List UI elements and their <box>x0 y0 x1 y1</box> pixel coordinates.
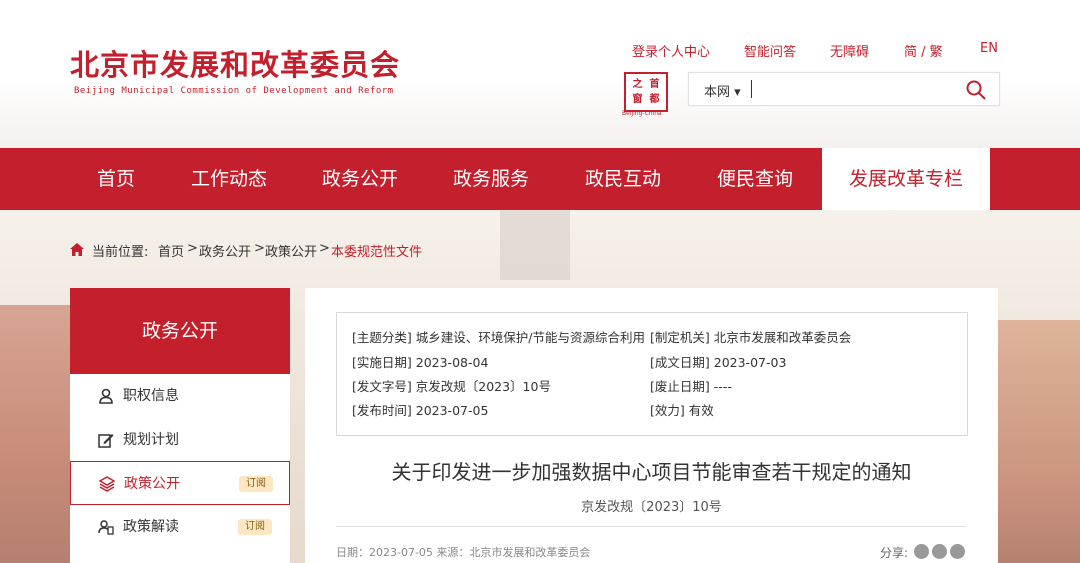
nav-interaction[interactable]: 政民互动 <box>569 148 677 210</box>
accessibility-link[interactable]: 无障碍 <box>830 41 869 60</box>
nav-gov-services[interactable]: 政务服务 <box>437 148 545 210</box>
search-input[interactable] <box>755 77 949 103</box>
sidebar-item-planning[interactable]: 规划计划 <box>70 418 290 462</box>
sidebar-item-label: 职权信息 <box>123 388 179 404</box>
divider <box>336 526 966 527</box>
share-wechat-icon[interactable] <box>914 544 929 559</box>
subscribe-badge[interactable]: 订阅 <box>239 476 273 492</box>
seal-caption: Beijing-China <box>622 110 662 117</box>
date-source-line: 日期：2023-07-05 来源：北京市发展和改革委员会 <box>336 546 591 559</box>
document-number: 京发改规〔2023〕10号 <box>581 500 722 515</box>
smart-qa-link[interactable]: 智能问答 <box>744 41 796 60</box>
capital-window-logo[interactable]: 之 首 窗 都 <box>624 72 668 112</box>
meta-issuer: [制定机关] 北京市发展和改革委员会 <box>650 330 852 345</box>
breadcrumb-home[interactable]: 首页 <box>158 241 184 260</box>
person-icon <box>99 388 113 404</box>
meta-written-date: [成文日期] 2023-07-03 <box>650 355 787 370</box>
language-simp-trad-link[interactable]: 简 / 繁 <box>904 41 943 60</box>
header: 北京市发展和改革委员会 Beijing Municipal Commission… <box>0 0 1080 148</box>
document-metadata: [主题分类] 城乡建设、环境保护/节能与资源综合利用 [制定机关] 北京市发展和… <box>336 312 968 436</box>
meta-publish-time: [发布时间] 2023-07-05 <box>352 403 489 418</box>
english-link[interactable]: EN <box>980 41 998 56</box>
meta-doc-number: [发文字号] 京发改规〔2023〕10号 <box>352 379 551 394</box>
sidebar-item-policy-open[interactable]: 政策公开 订阅 <box>70 461 290 505</box>
pavilion-silhouette <box>500 210 570 280</box>
breadcrumb-gov-open[interactable]: 政务公开 <box>199 241 251 260</box>
search-icon[interactable] <box>965 79 987 101</box>
site-logo-cn[interactable]: 北京市发展和改革委员会 <box>70 42 400 84</box>
search-bar: 本网 ▾ <box>688 72 1000 106</box>
sidebar-item-label: 规划计划 <box>123 432 179 448</box>
search-scope-select[interactable]: 本网 ▾ <box>704 81 741 100</box>
subscribe-badge[interactable]: 订阅 <box>238 519 272 535</box>
document-title: 关于印发进一步加强数据中心项目节能审查若干规定的通知 <box>391 460 912 484</box>
sidebar-item-label: 政策解读 <box>123 519 179 535</box>
login-link[interactable]: 登录个人中心 <box>632 41 710 60</box>
home-icon <box>70 243 84 256</box>
share-weibo-icon[interactable] <box>932 544 947 559</box>
document-panel: [主题分类] 城乡建设、环境保护/节能与资源综合利用 [制定机关] 北京市发展和… <box>305 288 998 563</box>
breadcrumb-policy-open[interactable]: 政策公开 <box>265 241 317 260</box>
layers-icon <box>99 476 115 492</box>
edit-icon <box>98 434 114 448</box>
share-qq-icon[interactable] <box>950 544 965 559</box>
meta-topic: [主题分类] 城乡建设、环境保护/节能与资源综合利用 <box>352 330 645 345</box>
nav-reform-column[interactable]: 发展改革专栏 <box>822 148 990 210</box>
nav-public-query[interactable]: 便民查询 <box>701 148 809 210</box>
sidebar-item-authority-info[interactable]: 职权信息 <box>70 374 290 418</box>
share-label: 分享: <box>880 546 909 560</box>
interpret-icon <box>98 520 114 535</box>
breadcrumb-prefix: 当前位置: <box>92 245 149 260</box>
meta-validity: [效力] 有效 <box>650 403 714 418</box>
share-bar: 分享: <box>880 544 965 561</box>
breadcrumb-current[interactable]: 本委规范性文件 <box>331 241 422 260</box>
main-nav: 首页 工作动态 政务公开 政务服务 政民互动 便民查询 发展改革专栏 <box>0 148 1080 210</box>
meta-impl-date: [实施日期] 2023-08-04 <box>352 355 489 370</box>
nav-work-news[interactable]: 工作动态 <box>175 148 283 210</box>
meta-abolish-date: [废止日期] ---- <box>650 379 732 394</box>
sidebar: 政务公开 职权信息 规划计划 政策公开 订阅 政策解读 订阅 <box>70 288 290 563</box>
sidebar-item-policy-interpret[interactable]: 政策解读 订阅 <box>70 505 290 549</box>
nav-gov-affairs-open[interactable]: 政务公开 <box>306 148 414 210</box>
site-logo-en: Beijing Municipal Commission of Developm… <box>74 86 394 96</box>
palace-roof-right <box>990 320 1080 563</box>
sidebar-title: 政务公开 <box>70 288 290 374</box>
nav-home[interactable]: 首页 <box>70 148 162 210</box>
sidebar-item-label: 政策公开 <box>124 476 180 492</box>
